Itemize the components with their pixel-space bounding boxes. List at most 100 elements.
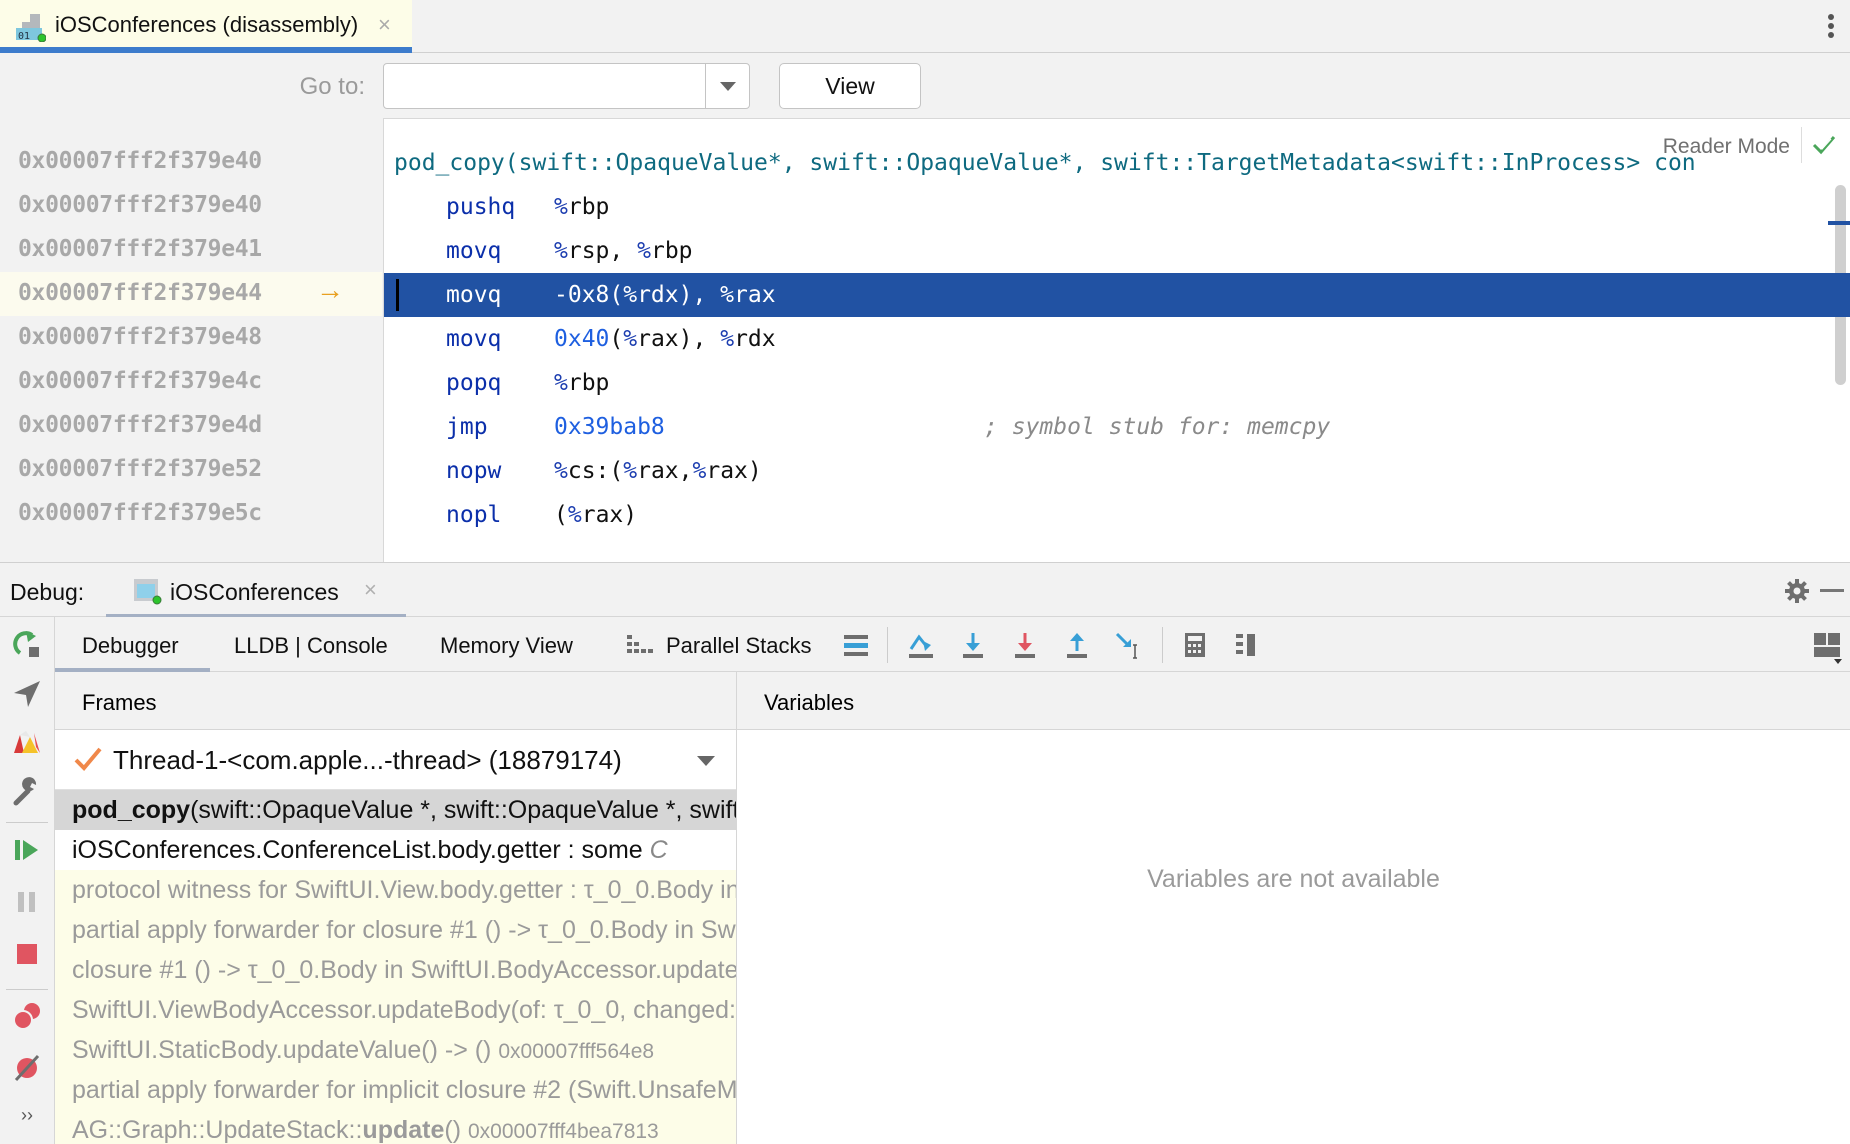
frame-text: SwiftUI.StaticBody.updateValue() -> (): [72, 1036, 499, 1064]
instruction-line[interactable]: movq -0x8(%rdx), %rax: [384, 273, 1850, 317]
evaluate-expression-icon[interactable]: [1181, 631, 1209, 659]
more-options-icon[interactable]: [1828, 14, 1836, 40]
operand-token: rbp: [650, 238, 693, 264]
stack-frame-row[interactable]: AG::Graph::UpdateStack::update() 0x00007…: [55, 1110, 736, 1144]
gutter-row[interactable]: 0x00007fff2f379e4c: [0, 360, 382, 404]
gutter-row[interactable]: 0x00007fff2f379e40: [0, 184, 382, 228]
goto-label: Go to:: [299, 73, 365, 100]
instruction-line[interactable]: popq %rbp: [384, 361, 1850, 405]
frames-list[interactable]: Thread-1-<com.apple...-thread> (18879174…: [55, 730, 737, 1144]
text-caret: [396, 279, 399, 311]
operand-token: -0x8(%rdx), %rax: [554, 282, 776, 308]
step-into-icon[interactable]: [959, 631, 987, 659]
stack-frame-row[interactable]: closure #1 () -> τ_0_0.Body in SwiftUI.B…: [55, 950, 736, 990]
stack-frame-row[interactable]: SwiftUI.ViewBodyAccessor.updateBody(of: …: [55, 990, 736, 1030]
instruction-line[interactable]: jmp 0x39bab8 ; symbol stub for: memcpy: [384, 405, 1850, 449]
view-button[interactable]: View: [779, 63, 921, 109]
divider: [6, 822, 48, 823]
instruction-line[interactable]: pushq %rbp: [384, 185, 1850, 229]
operand-token: %: [554, 370, 568, 396]
instruction-address: 0x00007fff2f379e44: [18, 280, 262, 306]
view-breakpoints-icon[interactable]: [12, 1001, 42, 1031]
debug-session-title: iOSConferences: [170, 579, 339, 605]
stack-frame-row[interactable]: SwiftUI.StaticBody.updateValue() -> () 0…: [55, 1030, 736, 1070]
instruction-line[interactable]: movq 0x40(%rax), %rdx: [384, 317, 1850, 361]
gutter-row[interactable]: 0x00007fff2f379e41: [0, 228, 382, 272]
goto-combobox[interactable]: [383, 63, 750, 109]
variables-panel: Variables are not available: [737, 730, 1850, 1144]
gutter-row[interactable]: 0x00007fff2f379e40: [0, 140, 382, 184]
goto-dropdown-arrow-icon[interactable]: [705, 64, 749, 108]
show-execution-point-icon[interactable]: [842, 631, 870, 659]
mnemonic: nopl: [446, 502, 502, 528]
gutter-row[interactable]: 0x00007fff2f379e5c: [0, 492, 382, 536]
stack-frame-row[interactable]: pod_copy(swift::OpaqueValue *, swift::Op…: [55, 790, 737, 830]
gear-icon[interactable]: [1784, 578, 1810, 604]
gutter-row[interactable]: 0x00007fff2f379e52: [0, 448, 382, 492]
more-icon[interactable]: ››: [12, 1105, 42, 1135]
editor-tab-title: iOSConferences (disassembly): [55, 12, 359, 37]
stack-frame-row[interactable]: iOSConferences.ConferenceList.body.gette…: [55, 830, 736, 870]
rerun-icon[interactable]: [12, 629, 42, 659]
mnemonic: pushq: [446, 194, 516, 220]
instruction-line[interactable]: nopw %cs:(%rax,%rax): [384, 449, 1850, 493]
instruction-line[interactable]: movq %rsp, %rbp: [384, 229, 1850, 273]
frame-text: C: [649, 836, 668, 864]
instruction-comment: ; symbol stub for: memcpy: [984, 414, 1331, 440]
run-to-cursor-icon[interactable]: [1115, 631, 1143, 659]
operand-token: rbp: [567, 194, 610, 220]
tab-lldb-console[interactable]: LLDB | Console: [234, 633, 388, 659]
instruction-address: 0x00007fff2f379e4d: [18, 412, 262, 438]
debug-session-tab[interactable]: iOSConferences ×: [106, 563, 406, 619]
variables-header: Variables: [737, 672, 1850, 730]
tab-debugger[interactable]: Debugger: [82, 633, 179, 659]
function-header-line[interactable]: pod_copy(swift::OpaqueValue*, swift::Opa…: [384, 141, 1850, 185]
trace-current-stream-icon[interactable]: [1233, 631, 1261, 659]
tab-memory-view[interactable]: Memory View: [440, 633, 573, 659]
navigate-icon[interactable]: [12, 679, 42, 709]
close-session-icon[interactable]: ×: [364, 577, 377, 603]
frame-text: (swift::OpaqueValue *, swift::OpaqueValu…: [190, 796, 737, 824]
instruments-icon[interactable]: [12, 727, 42, 757]
debug-label: Debug:: [10, 579, 85, 605]
divider: [887, 627, 888, 663]
thread-selector[interactable]: Thread-1-<com.apple...-thread> (18879174…: [55, 730, 736, 790]
settings-wrench-icon[interactable]: [12, 777, 42, 807]
layout-settings-icon[interactable]: [1812, 631, 1842, 665]
pause-icon[interactable]: [12, 887, 42, 917]
step-out-icon[interactable]: [1063, 631, 1091, 659]
chevron-down-icon[interactable]: [697, 756, 715, 766]
mnemonic: nopw: [446, 458, 502, 484]
goto-input[interactable]: [384, 64, 706, 108]
gutter-row[interactable]: 0x00007fff2f379e44 →: [0, 272, 382, 316]
mute-breakpoints-icon[interactable]: [12, 1053, 42, 1083]
ide-window: 01 iOSConferences (disassembly) × Go to:…: [0, 0, 1850, 1144]
mnemonic: movq: [446, 238, 502, 264]
step-over-icon[interactable]: [907, 631, 935, 659]
frames-header: Frames: [55, 672, 737, 730]
frames-title: Frames: [82, 690, 157, 715]
stack-frame-row[interactable]: protocol witness for SwiftUI.View.body.g…: [55, 870, 736, 910]
instruction-line[interactable]: nopl (%rax): [384, 493, 1850, 537]
minimize-icon[interactable]: [1820, 589, 1844, 592]
frame-text: AG::Graph::UpdateStack::: [72, 1116, 363, 1144]
operand-token: %: [554, 458, 568, 484]
operand-token: %: [637, 238, 651, 264]
tab-parallel-stacks[interactable]: Parallel Stacks: [666, 633, 812, 659]
resume-icon[interactable]: [12, 835, 42, 865]
frame-function-name: pod_copy: [72, 796, 191, 824]
debugger-toolbar: Debugger LLDB | Console Memory View Para…: [55, 617, 1850, 672]
disassembly-editor[interactable]: Reader Mode pod_copy(swift::OpaqueValue*…: [383, 118, 1850, 562]
editor-tab[interactable]: 01 iOSConferences (disassembly) ×: [0, 0, 412, 53]
ios-app-run-config-icon: [134, 579, 162, 605]
stack-frame-row[interactable]: partial apply forwarder for implicit clo…: [55, 1070, 736, 1110]
force-step-into-icon[interactable]: [1011, 631, 1039, 659]
disassembly-file-icon: 01: [16, 14, 46, 42]
close-tab-icon[interactable]: ×: [378, 12, 391, 38]
stop-icon[interactable]: [12, 939, 42, 969]
operand-token: rbp: [567, 370, 610, 396]
stack-frame-row[interactable]: partial apply forwarder for closure #1 (…: [55, 910, 736, 950]
gutter-row[interactable]: 0x00007fff2f379e4d: [0, 404, 382, 448]
active-tab-indicator: [0, 47, 412, 53]
gutter-row[interactable]: 0x00007fff2f379e48: [0, 316, 382, 360]
